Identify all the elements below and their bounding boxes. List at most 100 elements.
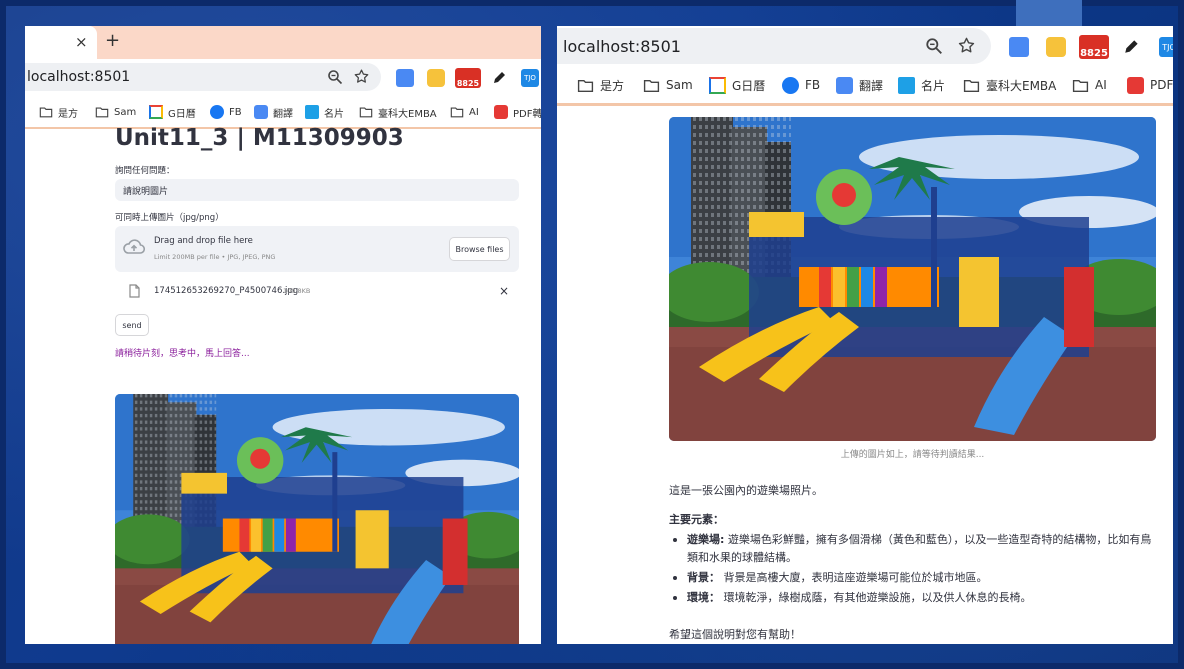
- active-tab[interactable]: ×: [25, 26, 97, 59]
- bookmark-label: 臺科大EMBA: [986, 78, 1057, 93]
- bookmark-item[interactable]: G日曆: [149, 103, 196, 121]
- list-item: 環境： 環境乾淨，綠樹成蔭，有其他遊樂設施，以及供人休息的長椅。: [669, 589, 1159, 607]
- question-label: 詢問任何問題：: [115, 166, 175, 176]
- bookmark-label: PDF: [1150, 78, 1173, 92]
- file-name: 174512653269270_P4500746.jpg: [154, 286, 299, 296]
- streamlit-app: Unit11_3 | M11309903 詢問任何問題： 請說明圖片 可同時上傳…: [25, 125, 541, 644]
- keep-extension-icon[interactable]: [1046, 37, 1066, 57]
- folder-icon: [39, 105, 53, 119]
- bookmark-item[interactable]: 是方: [577, 75, 624, 95]
- pdf-icon: [494, 105, 508, 119]
- facebook-icon: [782, 76, 799, 94]
- omnibox[interactable]: localhost:8501: [557, 28, 991, 64]
- folder-icon: [359, 105, 373, 119]
- bookmark-label: AI: [1095, 78, 1107, 92]
- bookmark-item[interactable]: Sam: [643, 75, 693, 95]
- browse-files-button[interactable]: Browse files: [449, 237, 510, 261]
- bookmark-item[interactable]: Sam: [95, 103, 136, 121]
- bookmark-label: 是方: [600, 78, 625, 93]
- facebook-icon: [210, 105, 224, 119]
- bookmark-label: 翻譯: [273, 108, 293, 120]
- bookmark-label: G日曆: [732, 78, 766, 93]
- list-item: 遊樂場: 遊樂場色彩鮮豔，擁有多個滑梯（黃色和藍色），以及一些造型奇特的結構物，…: [669, 531, 1159, 567]
- tj-label: TJO: [524, 74, 536, 82]
- send-button[interactable]: send: [115, 314, 149, 336]
- notif-count: 8825: [1080, 48, 1108, 59]
- bookmark-label: 翻譯: [859, 78, 884, 93]
- new-tab-button[interactable]: +: [105, 30, 120, 51]
- url-text[interactable]: localhost:8501: [563, 37, 681, 56]
- bookmark-item[interactable]: 翻譯: [836, 75, 883, 95]
- mail-extension-icon[interactable]: 8825: [455, 68, 481, 88]
- bookmark-item[interactable]: 是方: [39, 103, 78, 121]
- file-size: 100.8KB: [283, 287, 311, 295]
- bookmark-label: 名片: [921, 78, 946, 93]
- pen-extension-icon[interactable]: [492, 69, 510, 87]
- card-icon: [898, 76, 915, 94]
- translate-icon: [254, 105, 268, 119]
- bookmark-label: PDF轉: [513, 108, 541, 120]
- bookmark-item[interactable]: PDF轉: [494, 103, 541, 121]
- folder-icon: [1072, 77, 1089, 94]
- bookmark-label: 臺科大EMBA: [378, 108, 437, 120]
- zoom-icon[interactable]: [925, 37, 943, 55]
- question-value: 請說明圖片: [123, 187, 169, 197]
- address-bar-row: localhost:8501 8825 TJO: [557, 26, 1173, 66]
- status-message: 請稍待片刻，思考中，馬上回答...: [115, 349, 250, 359]
- tj-extension-icon[interactable]: TJO: [521, 69, 539, 87]
- omnibox[interactable]: localhost:8501: [25, 63, 381, 91]
- folder-icon: [643, 77, 660, 94]
- element-term: 背景：: [687, 571, 720, 584]
- left-browser-window: × + localhost:8501 8825 TJO 是方 Sam G日曆 F…: [25, 26, 541, 644]
- answer-elements-list: 遊樂場: 遊樂場色彩鮮豔，擁有多個滑梯（黃色和藍色），以及一些造型奇特的結構物，…: [669, 531, 1159, 609]
- bookmark-label: FB: [805, 78, 821, 92]
- bookmark-item[interactable]: AI: [450, 103, 479, 121]
- bookmark-item[interactable]: 臺科大EMBA: [963, 75, 1056, 95]
- bookmark-item[interactable]: FB: [782, 75, 820, 95]
- zoom-icon[interactable]: [327, 69, 343, 85]
- calendar-icon: [709, 76, 726, 94]
- bookmark-item[interactable]: G日曆: [709, 75, 765, 95]
- bookmark-item[interactable]: 翻譯: [254, 103, 293, 121]
- upload-label: 可同時上傳圖片（jpg/png）: [115, 213, 224, 223]
- answer-section-title: 主要元素：: [669, 513, 724, 526]
- remove-file-icon[interactable]: ×: [499, 284, 509, 298]
- element-text: 環境乾淨，綠樹成蔭，有其他遊樂設施，以及供人休息的長椅。: [720, 591, 1032, 604]
- address-bar-row: localhost:8501 8825 TJO: [25, 59, 541, 97]
- bookmark-label: FB: [229, 106, 242, 118]
- bookmark-item[interactable]: 臺科大EMBA: [359, 103, 437, 121]
- file-dropzone[interactable]: Drag and drop file here Limit 200MB per …: [115, 226, 519, 272]
- answer-intro: 這是一張公園內的遊樂場照片。: [669, 484, 823, 497]
- uploaded-playground-photo: [115, 394, 519, 644]
- answer-closing: 希望這個說明對您有幫助！: [669, 628, 801, 641]
- url-text[interactable]: localhost:8501: [27, 69, 130, 85]
- translate-extension-icon[interactable]: [396, 69, 414, 87]
- mail-extension-icon[interactable]: 8825: [1079, 35, 1109, 59]
- bookmark-label: 是方: [58, 108, 78, 120]
- uploaded-file-row: 174512653269270_P4500746.jpg 100.8KB ×: [115, 281, 519, 301]
- tab-strip: × +: [25, 26, 541, 59]
- question-input[interactable]: 請說明圖片: [115, 179, 519, 201]
- bookmark-star-icon[interactable]: [353, 68, 370, 85]
- bookmark-item[interactable]: FB: [210, 103, 242, 121]
- card-icon: [305, 105, 319, 119]
- bookmark-item[interactable]: PDF: [1127, 75, 1173, 95]
- element-term: 遊樂場:: [687, 533, 725, 546]
- element-text: 遊樂場色彩鮮豔，擁有多個滑梯（黃色和藍色），以及一些造型奇特的結構物，比如有鳥類…: [687, 533, 1152, 564]
- bookmarks-bar: 是方 Sam G日曆 FB 翻譯 名片 臺科大EMBA AI PDF: [557, 66, 1173, 103]
- close-tab-icon[interactable]: ×: [75, 33, 88, 51]
- bookmark-item[interactable]: AI: [1072, 75, 1107, 95]
- cloud-upload-icon: [123, 239, 145, 255]
- notif-count: 8825: [456, 79, 480, 88]
- bookmark-item[interactable]: 名片: [305, 103, 344, 121]
- tj-extension-icon[interactable]: TJO: [1159, 37, 1173, 57]
- translate-extension-icon[interactable]: [1009, 37, 1029, 57]
- pen-extension-icon[interactable]: [1123, 37, 1143, 57]
- element-term: 環境：: [687, 591, 720, 604]
- bookmark-item[interactable]: 名片: [898, 75, 945, 95]
- keep-extension-icon[interactable]: [427, 69, 445, 87]
- folder-icon: [963, 77, 980, 94]
- list-item: 背景： 背景是高樓大廈，表明這座遊樂場可能位於城市地區。: [669, 569, 1159, 587]
- bookmark-star-icon[interactable]: [957, 36, 976, 55]
- dropzone-limit: Limit 200MB per file • JPG, JPEG, PNG: [154, 253, 276, 261]
